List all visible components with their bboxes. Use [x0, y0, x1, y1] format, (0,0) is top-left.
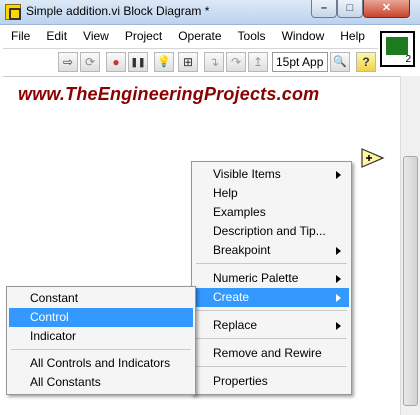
menu-item-label: Create — [213, 290, 250, 304]
submenu-item-all-controls-and-indicators[interactable]: All Controls and Indicators — [9, 354, 193, 373]
retain-wire-values-icon[interactable]: ⊞ — [178, 52, 198, 72]
highlight-execution-icon[interactable]: 💡 — [154, 52, 174, 72]
submenu-item-control[interactable]: Control — [9, 308, 193, 327]
submenu-item-label: All Controls and Indicators — [30, 356, 171, 370]
zoom-icon[interactable]: 🔍 — [330, 52, 350, 72]
close-button[interactable]: ✕ — [363, 0, 410, 18]
menu-item-label: Help — [213, 186, 238, 200]
menu-view[interactable]: View — [75, 26, 117, 47]
submenu-item-constant[interactable]: Constant — [9, 289, 193, 308]
submenu-item-indicator[interactable]: Indicator — [9, 327, 193, 346]
labview-vi-icon — [5, 4, 21, 20]
menu-item-visible-items[interactable]: Visible Items — [194, 165, 349, 184]
add-function-node-icon[interactable] — [361, 148, 385, 168]
pause-icon[interactable]: ❚❚ — [128, 52, 148, 72]
run-continuously-icon[interactable]: ⟳ — [80, 52, 100, 72]
maximize-button[interactable]: □ — [337, 0, 363, 18]
menu-project[interactable]: Project — [117, 26, 170, 47]
submenu-separator — [11, 349, 191, 350]
menu-item-numeric-palette[interactable]: Numeric Palette — [194, 269, 349, 288]
vertical-scrollbar[interactable] — [400, 76, 420, 415]
submenu-item-all-constants[interactable]: All Constants — [9, 373, 193, 392]
menu-separator — [196, 263, 347, 264]
menu-item-label: Breakpoint — [213, 243, 271, 257]
vi-connector-icon[interactable]: 2 — [380, 31, 415, 67]
menu-item-create[interactable]: Create — [194, 288, 349, 307]
submenu-arrow-icon — [336, 275, 341, 283]
help-icon[interactable]: ? — [356, 52, 376, 72]
menu-bar: File Edit View Project Operate Tools Win… — [3, 26, 375, 47]
menu-item-properties[interactable]: Properties — [194, 372, 349, 391]
menu-item-remove-and-rewire[interactable]: Remove and Rewire — [194, 344, 349, 363]
submenu-arrow-icon — [336, 171, 341, 179]
submenu-arrow-icon — [336, 294, 341, 302]
menu-item-label: Description and Tip... — [213, 224, 326, 238]
menu-item-label: Numeric Palette — [213, 271, 299, 285]
run-arrow-icon[interactable]: ⇨ — [58, 52, 78, 72]
menu-item-label: Examples — [213, 205, 266, 219]
minimize-button[interactable]: – — [311, 0, 337, 18]
menu-operate[interactable]: Operate — [170, 26, 229, 47]
menu-separator — [196, 310, 347, 311]
step-into-icon[interactable]: ↴ — [204, 52, 224, 72]
menu-separator — [196, 366, 347, 367]
vi-icon-graphic — [386, 37, 408, 55]
scrollbar-thumb[interactable] — [403, 156, 418, 406]
step-out-icon[interactable]: ↥ — [248, 52, 268, 72]
menu-item-label: Replace — [213, 318, 258, 332]
menu-separator — [196, 338, 347, 339]
submenu-arrow-icon — [336, 322, 341, 330]
step-over-icon[interactable]: ↷ — [226, 52, 246, 72]
menu-tools[interactable]: Tools — [230, 26, 274, 47]
font-select[interactable]: 15pt App — [272, 52, 328, 72]
menu-item-replace[interactable]: Replace — [194, 316, 349, 335]
context-menu: Visible Items Help Examples Description … — [191, 161, 352, 395]
watermark-text: www.TheEngineeringProjects.com — [18, 84, 320, 104]
menu-file[interactable]: File — [3, 26, 38, 47]
create-submenu: Constant Control Indicator All Controls … — [6, 286, 196, 395]
abort-icon[interactable]: ● — [106, 52, 126, 72]
toolbar: ⇨ ⟳ ● ❚❚ 💡 ⊞ ↴ ↷ ↥ 15pt App 🔍 ? — [3, 48, 378, 74]
vi-icon-number: 2 — [405, 54, 411, 65]
menu-item-description-and-tip[interactable]: Description and Tip... — [194, 222, 349, 241]
menu-item-label: Remove and Rewire — [213, 346, 322, 360]
menu-edit[interactable]: Edit — [38, 26, 75, 47]
menu-item-label: Properties — [213, 374, 268, 388]
menu-window[interactable]: Window — [274, 26, 333, 47]
menu-help[interactable]: Help — [332, 26, 373, 47]
menu-item-help[interactable]: Help — [194, 184, 349, 203]
menu-item-breakpoint[interactable]: Breakpoint — [194, 241, 349, 260]
submenu-arrow-icon — [336, 247, 341, 255]
title-bar: Simple addition.vi Block Diagram * – □ ✕ — [0, 0, 420, 25]
submenu-item-label: Constant — [30, 291, 79, 305]
submenu-item-label: Indicator — [30, 329, 77, 343]
submenu-item-label: Control — [30, 310, 69, 324]
window-title: Simple addition.vi Block Diagram * — [26, 4, 210, 18]
submenu-item-label: All Constants — [30, 375, 101, 389]
menu-item-label: Visible Items — [213, 167, 281, 181]
menu-item-examples[interactable]: Examples — [194, 203, 349, 222]
